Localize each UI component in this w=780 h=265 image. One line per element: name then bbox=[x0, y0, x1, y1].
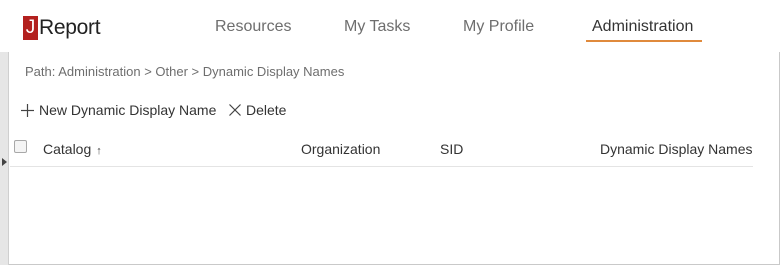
logo-mark: J bbox=[23, 16, 38, 40]
new-dynamic-display-name-button[interactable]: New Dynamic Display Name bbox=[20, 101, 216, 119]
table-header: Catalog ↑ Organization SID Dynamic Displa… bbox=[10, 135, 753, 167]
collapse-side-panel-handle[interactable] bbox=[0, 52, 9, 265]
nav-my-tasks[interactable]: My Tasks bbox=[344, 18, 410, 36]
column-header-catalog[interactable]: Catalog ↑ bbox=[43, 141, 102, 157]
new-button-label: New Dynamic Display Name bbox=[39, 102, 217, 118]
column-header-organization[interactable]: Organization bbox=[301, 141, 380, 157]
top-header: J Report Resources My Tasks My Profile A… bbox=[0, 0, 780, 52]
app-logo[interactable]: J Report bbox=[23, 15, 101, 41]
close-icon bbox=[229, 104, 241, 116]
column-label-catalog: Catalog bbox=[43, 141, 92, 157]
column-header-sid[interactable]: SID bbox=[440, 141, 463, 157]
breadcrumb: Path: Administration > Other > Dynamic D… bbox=[25, 64, 345, 79]
arrow-up-icon: ↑ bbox=[96, 145, 102, 157]
logo-text: Report bbox=[39, 16, 101, 39]
nav-administration[interactable]: Administration bbox=[592, 18, 693, 36]
select-all-checkbox[interactable] bbox=[14, 140, 27, 153]
column-header-dynamic-display-names[interactable]: Dynamic Display Names bbox=[600, 141, 752, 157]
active-nav-underline bbox=[586, 40, 702, 42]
plus-icon bbox=[21, 103, 34, 117]
delete-button[interactable]: Delete bbox=[228, 101, 286, 119]
caret-right-icon bbox=[2, 158, 7, 166]
delete-button-label: Delete bbox=[246, 102, 287, 118]
nav-resources[interactable]: Resources bbox=[215, 18, 291, 36]
nav-my-profile[interactable]: My Profile bbox=[463, 18, 534, 36]
